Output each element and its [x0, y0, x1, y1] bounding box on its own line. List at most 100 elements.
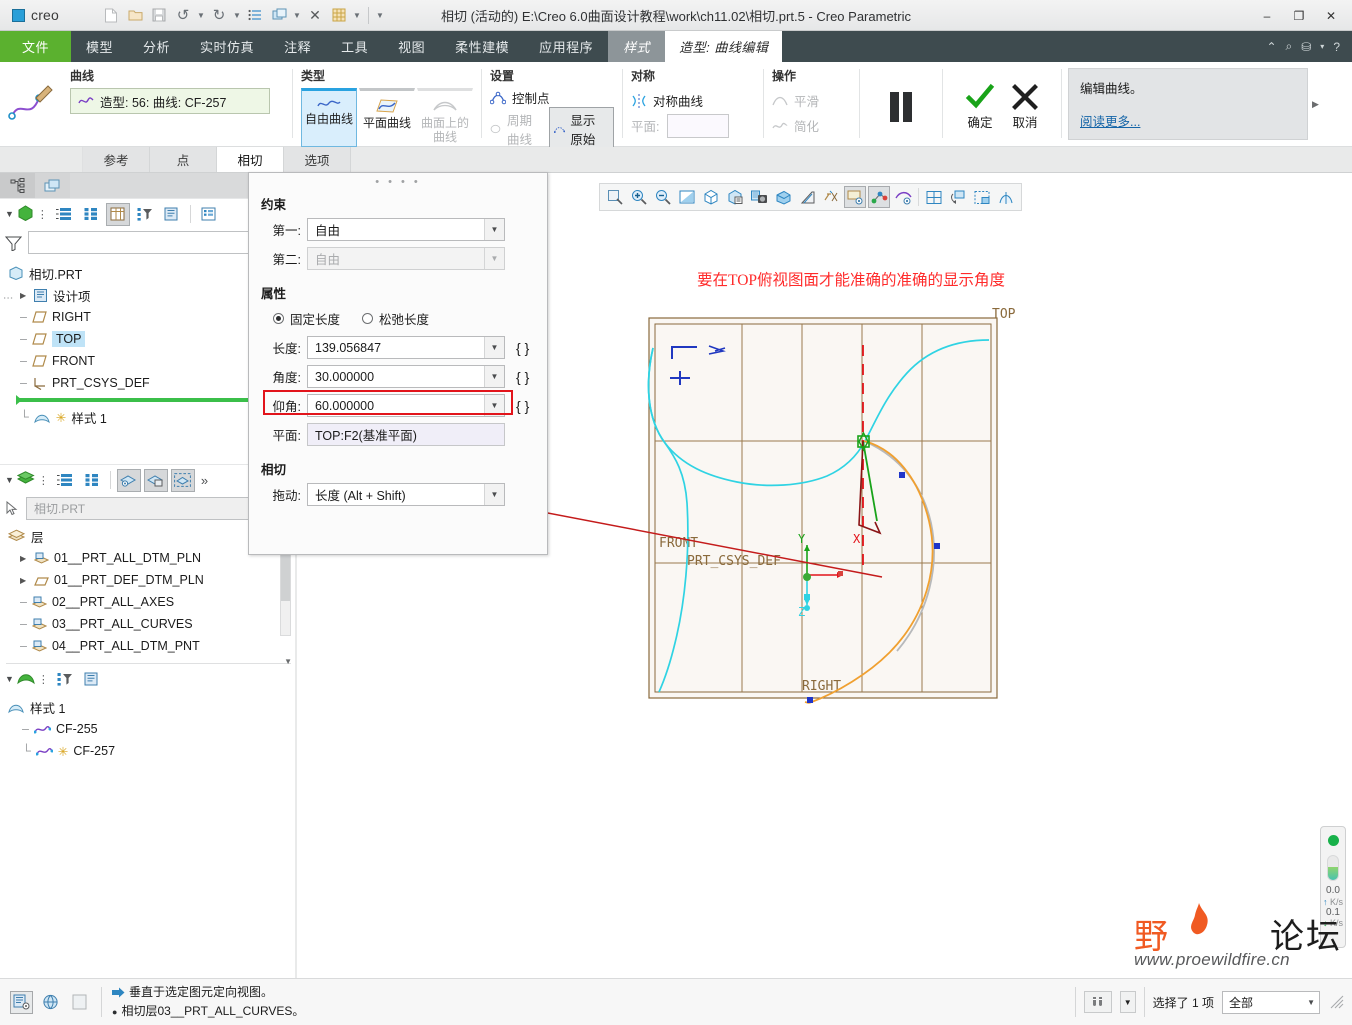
- expand-caret-icon[interactable]: ▶: [20, 291, 29, 300]
- window-dropdown-caret-icon[interactable]: ▼: [292, 11, 302, 20]
- style-curve-item[interactable]: – CF-255: [8, 718, 297, 740]
- tree-more-icon[interactable]: ⋮: [37, 208, 49, 221]
- layer-item[interactable]: – 02__PRT_ALL_AXES: [8, 591, 297, 613]
- save-icon[interactable]: [148, 4, 170, 26]
- tangent-properties-dialog[interactable]: • • • • 约束 第一: 自由 ▼ 第二: 自由 ▼ 属性 固定长度 松弛长…: [248, 172, 548, 555]
- type-planar-curve-button[interactable]: 平面曲线: [359, 88, 415, 147]
- window-controls[interactable]: – ❐ ✕: [1252, 0, 1346, 31]
- angle-combo[interactable]: 30.000000 ▼: [307, 365, 505, 388]
- layer-isolate-icon[interactable]: [143, 468, 168, 492]
- tab-style[interactable]: 样式: [608, 31, 666, 62]
- tree-collapse-caret-icon[interactable]: ▼: [5, 209, 14, 219]
- angle-value[interactable]: 30.000000: [308, 370, 484, 384]
- length-mode-radio-group[interactable]: 固定长度 松弛长度: [249, 307, 547, 336]
- selection-filter-combo[interactable]: 全部 ▼: [1222, 990, 1320, 1014]
- undo-icon[interactable]: ↺: [172, 4, 194, 26]
- tab-tools[interactable]: 工具: [326, 31, 383, 62]
- plane-field[interactable]: TOP:F2(基准平面): [307, 423, 505, 446]
- elevation-braces-button[interactable]: { }: [516, 398, 529, 414]
- search-dropdown-caret-icon[interactable]: ▼: [1119, 991, 1136, 1013]
- resize-grip-icon[interactable]: [1330, 995, 1344, 1009]
- expand-caret-icon[interactable]: ▶: [20, 554, 29, 563]
- dialog-drag-handle[interactable]: • • • •: [249, 173, 547, 188]
- model-display-toggle-icon[interactable]: [10, 990, 33, 1014]
- regenerate-icon[interactable]: [244, 4, 266, 26]
- style-green-icon[interactable]: [17, 670, 35, 688]
- layer-select-icon[interactable]: [170, 468, 195, 492]
- tab-options[interactable]: 选项: [284, 147, 351, 172]
- type-free-curve-button[interactable]: 自由曲线: [301, 88, 357, 147]
- search-icon[interactable]: ⌕: [1286, 39, 1293, 54]
- tab-analysis[interactable]: 分析: [128, 31, 185, 62]
- length-value[interactable]: 139.056847: [308, 341, 484, 355]
- chevron-down-icon[interactable]: ▼: [484, 219, 504, 240]
- symmetry-plane-input[interactable]: [667, 113, 730, 138]
- close-button[interactable]: ✕: [1316, 4, 1346, 28]
- style-filter-icon[interactable]: [53, 668, 77, 691]
- window-icon[interactable]: [268, 4, 290, 26]
- chevron-down-icon[interactable]: ▼: [1307, 998, 1315, 1007]
- layer-collapse-caret-icon[interactable]: ▼: [5, 475, 14, 485]
- layer-list-icon[interactable]: [53, 469, 77, 492]
- style-settings-icon[interactable]: [80, 668, 104, 691]
- chevron-down-icon[interactable]: ▾: [1320, 42, 1324, 51]
- status-bar-right[interactable]: ▼ 选择了 1 项 全部 ▼: [1074, 987, 1352, 1017]
- network-speed-widget[interactable]: 0.0 ↑ K/s 0.1 ↓ K/s: [1320, 826, 1346, 948]
- status-bar-icons[interactable]: [0, 990, 91, 1014]
- show-original-button[interactable]: 显示原始: [549, 107, 614, 151]
- pause-button[interactable]: [868, 91, 934, 122]
- background-toggle-icon[interactable]: [68, 991, 91, 1014]
- style-collapse-caret-icon[interactable]: ▼: [5, 674, 14, 684]
- style-root-node[interactable]: 样式 1: [8, 696, 297, 718]
- customize-qat-icon[interactable]: ▼: [375, 11, 385, 20]
- help-read-more-link[interactable]: 阅读更多...: [1080, 111, 1140, 130]
- symmetric-curve-button[interactable]: 对称曲线: [631, 88, 755, 113]
- elevation-combo[interactable]: 60.000000 ▼: [307, 394, 505, 417]
- curve-selection-field[interactable]: 造型: 56: 曲线: CF-257: [70, 88, 270, 114]
- layer-overflow-icon[interactable]: »: [198, 473, 208, 488]
- open-file-icon[interactable]: [124, 4, 146, 26]
- style-tree-toolbar[interactable]: ▼ ⋮: [0, 664, 297, 694]
- dashboard-tab-bar[interactable]: 参考 点 相切 选项: [0, 147, 1352, 173]
- slack-length-radio[interactable]: 松弛长度: [362, 309, 429, 328]
- layer-more-icon[interactable]: ⋮: [38, 474, 50, 487]
- layer-item[interactable]: – 04__PRT_ALL_DTM_PNT: [8, 635, 297, 657]
- tab-curve-edit[interactable]: 造型: 曲线编辑: [665, 31, 783, 62]
- tab-references[interactable]: 参考: [83, 147, 150, 172]
- cancel-button[interactable]: 取消: [1011, 83, 1039, 131]
- undo-dropdown-caret-icon[interactable]: ▼: [196, 11, 206, 20]
- learning-icon[interactable]: ⛁: [1301, 40, 1311, 54]
- layers-green-icon[interactable]: [16, 471, 35, 489]
- chevron-down-icon[interactable]: ▼: [484, 337, 504, 358]
- ok-button[interactable]: 确定: [965, 83, 995, 131]
- tree-filter-icon[interactable]: [133, 203, 157, 226]
- tree-columns-icon[interactable]: [105, 202, 130, 226]
- layer-item[interactable]: – 03__PRT_ALL_CURVES: [8, 613, 297, 635]
- search-tool-icon[interactable]: [1083, 991, 1112, 1013]
- chevron-down-icon[interactable]: ▼: [484, 395, 504, 416]
- new-file-icon[interactable]: [100, 4, 122, 26]
- chevron-down-icon[interactable]: ▼: [484, 484, 504, 505]
- help-icon[interactable]: ?: [1333, 40, 1340, 54]
- layer-tree-tab[interactable]: [35, 173, 70, 198]
- tab-points[interactable]: 点: [150, 147, 217, 172]
- grid-icon[interactable]: [328, 4, 350, 26]
- collapse-ribbon-icon[interactable]: ⌃: [1266, 40, 1276, 54]
- tab-view[interactable]: 视图: [383, 31, 440, 62]
- layer-item[interactable]: ▶ 01__PRT_DEF_DTM_PLN: [8, 569, 297, 591]
- ribbon-tab-bar[interactable]: 文件 模型 分析 实时仿真 注释 工具 视图 柔性建模 应用程序 样式 造型: …: [0, 31, 1352, 62]
- spin-globe-icon[interactable]: [39, 991, 62, 1014]
- ribbon-right-icons[interactable]: ⌃ ⌕ ⛁ ▾ ?: [1266, 31, 1352, 62]
- maximize-button[interactable]: ❐: [1284, 4, 1314, 28]
- style-curve-item[interactable]: └ ✳ CF-257: [8, 740, 297, 762]
- length-braces-button[interactable]: { }: [516, 340, 529, 356]
- tab-tangent[interactable]: 相切: [217, 147, 284, 172]
- length-combo[interactable]: 139.056847 ▼: [307, 336, 505, 359]
- minimize-button[interactable]: –: [1252, 4, 1282, 28]
- angle-braces-button[interactable]: { }: [516, 369, 529, 385]
- quick-access-toolbar[interactable]: ↺ ▼ ↻ ▼ ▼ ✕ ▼ ▼: [92, 4, 385, 26]
- tab-annotation[interactable]: 注释: [269, 31, 326, 62]
- style-more-icon[interactable]: ⋮: [38, 673, 50, 686]
- chevron-down-icon[interactable]: ▼: [484, 366, 504, 387]
- model-tree-tab[interactable]: [0, 173, 35, 198]
